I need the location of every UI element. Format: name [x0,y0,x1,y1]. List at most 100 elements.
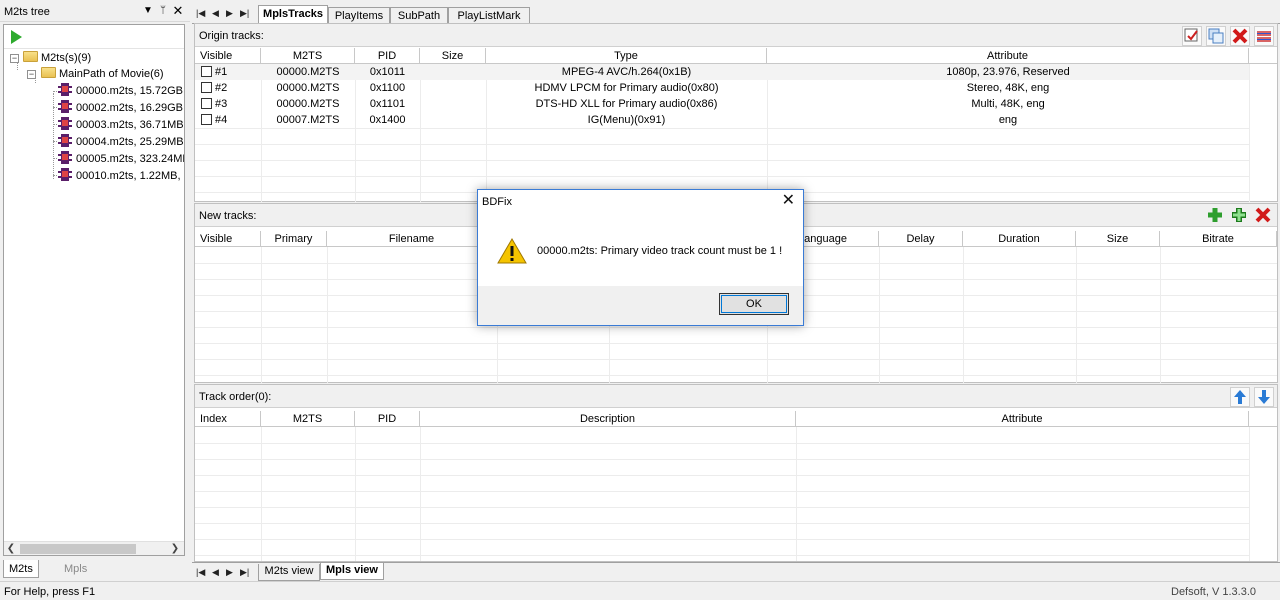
tab-mplstracks[interactable]: MplsTracks [258,5,328,25]
section-header: Origin tracks: [195,24,1277,47]
panel-titlebar: M2ts tree ▼ ᛘ ✕ [0,2,190,22]
m2ts-cell: 00000.M2TS [276,66,340,78]
tree-node-label: 00004.m2ts, 25.29MB, [76,136,185,148]
grid-header: Index M2TS PID Description Attribute [195,411,1277,427]
scroll-thumb[interactable] [20,544,136,554]
add-track-alt-button[interactable] [1230,206,1250,226]
dialog-close-icon[interactable]: ✕ [782,192,795,210]
column-header[interactable]: Delay [879,231,963,247]
next-tab-icon[interactable]: ▶ [226,567,233,578]
column-header[interactable]: Visible [195,231,261,247]
delete-x-icon [1232,28,1248,44]
type-cell: DTS-HD XLL for Primary audio(0x86) [535,98,718,110]
visible-checkbox[interactable] [201,66,212,77]
m2ts-tree-panel: M2ts tree ▼ ᛘ ✕ − M2ts(s)(9) − MainPath … [0,0,190,593]
column-header[interactable]: Duration [963,231,1076,247]
tab-mpls-tree[interactable]: Mpls tree [59,560,92,593]
tree-node-file[interactable]: 00003.m2ts, 36.71MB, [58,117,184,133]
tree-node-file[interactable]: 00000.m2ts, 15.72GB, [58,83,185,99]
m2ts-cell: 00007.M2TS [276,114,340,126]
tree-node-mainpath[interactable]: MainPath of Movie(6) [41,66,164,82]
column-header[interactable]: Attribute [767,48,1249,64]
first-tab-icon[interactable]: |◀ [196,567,205,578]
visible-checkbox[interactable] [201,82,212,93]
settings-button[interactable] [1254,26,1274,46]
prev-tab-icon[interactable]: ◀ [212,8,219,19]
arrow-down-icon [1258,390,1270,404]
tab-playitems[interactable]: PlayItems [328,7,390,24]
play-icon[interactable] [11,30,22,44]
column-header[interactable]: M2TS [261,48,355,64]
copy-button[interactable] [1206,26,1226,46]
tree-node-file[interactable]: 00002.m2ts, 16.29GB, [58,100,184,116]
column-header[interactable]: Visible [195,48,261,64]
first-tab-icon[interactable]: |◀ [196,8,205,19]
column-header[interactable]: PID [355,411,420,427]
last-tab-icon[interactable]: ▶| [240,8,249,19]
next-tab-icon[interactable]: ▶ [226,8,233,19]
move-down-button[interactable] [1254,387,1274,407]
film-icon [58,83,72,96]
tab-playlistmark[interactable]: PlayListMark [448,7,530,24]
film-icon [58,168,72,181]
column-header[interactable]: Description [420,411,796,427]
tree-node-root[interactable]: M2ts(s)(9) [23,50,91,66]
visible-checkbox[interactable] [201,114,212,125]
last-tab-icon[interactable]: ▶| [240,567,249,578]
column-header[interactable]: Attribute [796,411,1249,427]
track-index: #3 [215,98,228,110]
film-icon [58,100,72,113]
tree-line [53,91,57,92]
track-index: #1 [215,66,228,78]
prev-tab-icon[interactable]: ◀ [212,567,219,578]
status-version-text: Defsoft, V 1.3.3.0 [1171,586,1256,598]
plus-icon [1208,208,1222,222]
track-order-grid: Index M2TS PID Description Attribute [195,411,1277,562]
film-icon [58,151,72,164]
tab-m2ts-tree[interactable]: M2ts tree [3,560,39,593]
select-all-button[interactable] [1182,26,1202,46]
column-header[interactable]: Bitrate [1160,231,1277,247]
move-up-button[interactable] [1230,387,1250,407]
column-header[interactable]: Primary [261,231,327,247]
tab-subpath[interactable]: SubPath [390,7,448,24]
column-header[interactable]: Type [486,48,767,64]
close-icon[interactable]: ✕ [172,3,184,19]
horizontal-scrollbar[interactable]: ❮ ❯ [4,541,184,555]
type-cell: HDMV LPCM for Primary audio(0x80) [534,82,719,94]
column-header[interactable]: Index [195,411,261,427]
ok-button[interactable]: OK [719,293,789,315]
tree-collapse-toggle[interactable]: − [27,70,36,79]
tab-m2ts-view[interactable]: M2ts view [258,564,320,581]
column-header[interactable]: Filename [327,231,497,247]
warning-icon [497,238,527,264]
scroll-right-icon[interactable]: ❯ [168,542,182,556]
tab-mpls-view[interactable]: Mpls view [320,563,384,580]
remove-track-button[interactable] [1254,206,1274,226]
tree-node-file[interactable]: 00010.m2ts, 1.22MB, [58,168,181,184]
pin-icon[interactable]: ᛘ [157,5,169,16]
delete-button[interactable] [1230,26,1250,46]
tree-node-file[interactable]: 00005.m2ts, 323.24MB [58,151,184,167]
attribute-cell: 1080p, 23.976, Reserved [946,66,1070,78]
visible-checkbox[interactable] [201,98,212,109]
tree-node-file[interactable]: 00004.m2ts, 25.29MB, [58,134,185,150]
tree-collapse-toggle[interactable]: − [10,54,19,63]
tree-line [53,93,54,179]
pid-cell: 0x1101 [369,98,406,110]
attribute-cell: eng [998,114,1018,126]
add-track-button[interactable] [1206,206,1226,226]
column-header[interactable]: M2TS [261,411,355,427]
tree-node-label: 00000.m2ts, 15.72GB, [76,85,185,97]
track-index: #4 [215,114,228,126]
column-header[interactable]: Size [1076,231,1160,247]
panel-menu-icon[interactable]: ▼ [142,5,154,16]
tree-toolbar [4,25,184,49]
tree-line [53,175,57,176]
scroll-left-icon[interactable]: ❮ [4,542,18,556]
column-header[interactable]: Size [420,48,486,64]
pid-cell: 0x1011 [369,66,406,78]
tree-line [53,158,57,159]
section-title: Track order(0): [199,391,272,403]
column-header[interactable]: PID [355,48,420,64]
